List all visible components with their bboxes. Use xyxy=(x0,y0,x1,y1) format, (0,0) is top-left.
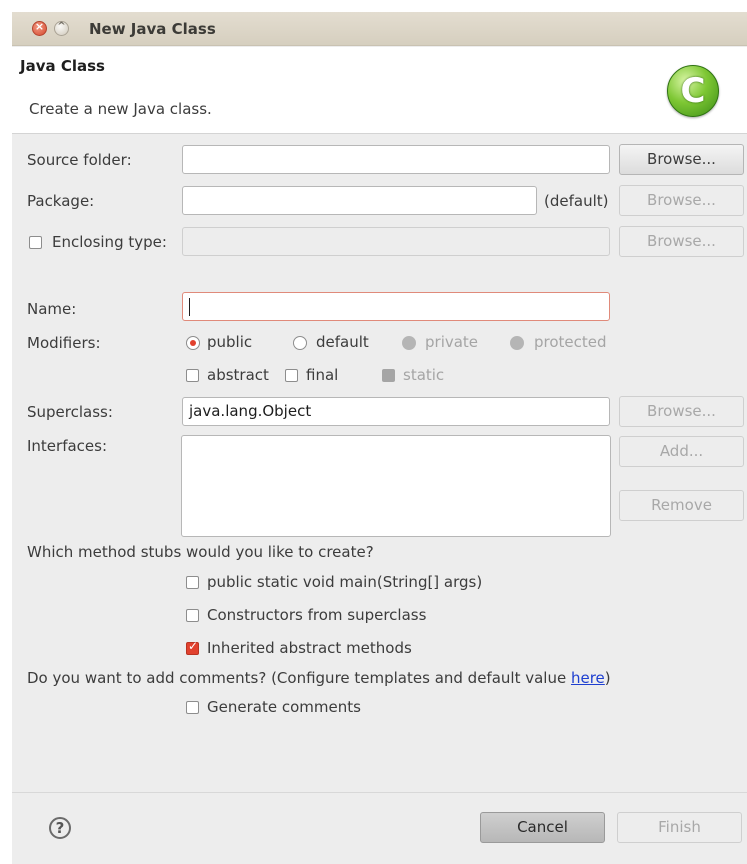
modifier-default-radio[interactable] xyxy=(293,336,307,350)
final-label: final xyxy=(306,366,339,384)
name-field[interactable] xyxy=(182,292,610,321)
modifier-default-label: default xyxy=(316,333,369,351)
package-label: Package: xyxy=(27,192,95,210)
abstract-checkbox[interactable] xyxy=(186,369,199,382)
generate-comments-checkbox[interactable] xyxy=(186,701,199,714)
superclass-browse-button[interactable]: Browse... xyxy=(619,396,744,427)
footer-divider xyxy=(12,792,747,793)
modifier-private-radio[interactable] xyxy=(402,336,416,350)
stub-inherited-checkbox[interactable] xyxy=(186,639,199,655)
page-description: Create a new Java class. xyxy=(29,100,212,118)
static-checkbox[interactable] xyxy=(382,369,395,382)
close-icon[interactable]: × xyxy=(32,20,47,36)
title-bar: × ^ New Java Class xyxy=(12,12,747,46)
modifier-protected-radio[interactable] xyxy=(510,336,524,350)
stub-constructors-checkbox[interactable] xyxy=(186,609,199,622)
stub-main-checkbox[interactable] xyxy=(186,576,199,589)
stub-constructors-label: Constructors from superclass xyxy=(207,606,427,624)
package-default-hint: (default) xyxy=(544,192,609,210)
cancel-button[interactable]: Cancel xyxy=(480,812,605,843)
interfaces-label: Interfaces: xyxy=(27,437,108,455)
abstract-label: abstract xyxy=(207,366,269,384)
interfaces-remove-button[interactable]: Remove xyxy=(619,490,744,521)
modifier-public-radio[interactable] xyxy=(186,336,200,350)
name-label: Name: xyxy=(27,300,77,318)
superclass-label: Superclass: xyxy=(27,403,113,421)
stub-inherited-label: Inherited abstract methods xyxy=(207,639,412,657)
package-field[interactable] xyxy=(182,186,537,215)
finish-button[interactable]: Finish xyxy=(617,812,742,843)
comments-question-end: ) xyxy=(604,669,611,687)
enclosing-type-checkbox[interactable] xyxy=(29,236,42,249)
templates-link[interactable]: here xyxy=(571,669,605,687)
modifier-public-label: public xyxy=(207,333,253,351)
text-caret xyxy=(189,297,190,316)
java-class-icon: C xyxy=(667,65,719,117)
comments-question-text: Do you want to add comments? (Configure … xyxy=(27,669,571,687)
method-stubs-question: Which method stubs would you like to cre… xyxy=(27,543,374,561)
modifier-private-label: private xyxy=(425,333,479,351)
interfaces-list[interactable] xyxy=(181,435,611,537)
enclosing-type-field[interactable] xyxy=(182,227,610,256)
new-java-class-dialog: × ^ New Java Class Java Class Create a n… xyxy=(12,12,747,864)
source-folder-browse-button[interactable]: Browse... xyxy=(619,144,744,175)
page-title: Java Class xyxy=(20,57,105,75)
stub-main-label: public static void main(String[] args) xyxy=(207,573,483,591)
final-checkbox[interactable] xyxy=(285,369,298,382)
generate-comments-label: Generate comments xyxy=(207,698,361,716)
comments-question: Do you want to add comments? (Configure … xyxy=(27,669,611,687)
modifier-protected-label: protected xyxy=(534,333,607,351)
help-icon[interactable]: ? xyxy=(49,817,71,839)
interfaces-add-button[interactable]: Add... xyxy=(619,436,744,467)
wizard-header: Java Class Create a new Java class. C xyxy=(12,47,747,134)
superclass-field[interactable]: java.lang.Object xyxy=(182,397,610,426)
static-label: static xyxy=(403,366,445,384)
enclosing-type-browse-button[interactable]: Browse... xyxy=(619,226,744,257)
enclosing-type-label: Enclosing type: xyxy=(52,233,167,251)
modifiers-label: Modifiers: xyxy=(27,334,101,352)
window-title: New Java Class xyxy=(89,20,216,38)
source-folder-field[interactable] xyxy=(182,145,610,174)
minimize-icon[interactable]: ^ xyxy=(54,21,69,36)
source-folder-label: Source folder: xyxy=(27,151,132,169)
package-browse-button[interactable]: Browse... xyxy=(619,185,744,216)
